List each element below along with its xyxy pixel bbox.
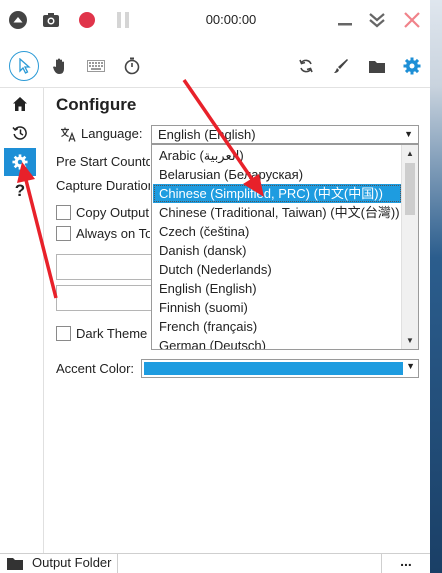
output-folder-path[interactable]	[120, 554, 382, 573]
browse-button[interactable]: ...	[382, 554, 430, 573]
sidebar: ?	[0, 88, 44, 553]
setting-field-2[interactable]	[56, 285, 156, 311]
accent-color-swatch	[144, 362, 403, 375]
language-option[interactable]: English (English)	[153, 279, 402, 298]
folder-icon[interactable]	[363, 52, 391, 80]
language-option[interactable]: Chinese (Traditional, Taiwan) (中文(台灣))	[153, 203, 402, 222]
minimize-icon[interactable]	[333, 8, 357, 32]
language-combobox[interactable]: English (English) ▼	[151, 125, 419, 144]
language-option[interactable]: Finnish (suomi)	[153, 298, 402, 317]
output-folder-button[interactable]: Output Folder	[0, 554, 118, 573]
home-icon[interactable]	[4, 90, 36, 118]
settings-icon[interactable]	[398, 52, 426, 80]
page-title: Configure	[56, 95, 137, 114]
translate-icon	[60, 127, 77, 145]
toolbar-divider	[0, 87, 430, 88]
language-option[interactable]: Arabic (العربية)	[153, 146, 402, 165]
help-icon[interactable]: ?	[4, 177, 36, 205]
camera-icon[interactable]	[39, 8, 63, 32]
copy-output-checkbox[interactable]	[56, 205, 71, 220]
scrollbar-thumb[interactable]	[405, 163, 415, 215]
language-option[interactable]: Dutch (Nederlands)	[153, 260, 402, 279]
settings-nav-item[interactable]	[4, 148, 36, 176]
pointer-icon[interactable]	[9, 51, 39, 81]
title-bar: 00:00:00	[0, 0, 430, 42]
app-window: 00:00:00 ? Configure Language: English (…	[0, 0, 430, 573]
language-label: Language:	[81, 126, 143, 141]
language-option[interactable]: Danish (dansk)	[153, 241, 402, 260]
desktop-background	[430, 0, 442, 573]
keyboard-icon[interactable]	[82, 52, 110, 80]
accent-color-label: Accent Color:	[56, 361, 135, 376]
pre-start-countdown-label: Pre Start Countdown	[56, 154, 150, 169]
timer-display: 00:00:00	[205, 12, 257, 27]
collapse-icon[interactable]	[365, 8, 389, 32]
timer-icon[interactable]	[118, 52, 146, 80]
settings-icon	[12, 154, 28, 170]
scroll-up-icon[interactable]: ▲	[402, 145, 418, 162]
language-option[interactable]: French (français)	[153, 317, 402, 336]
tool-bar	[0, 46, 430, 86]
scroll-down-icon[interactable]: ▼	[402, 332, 418, 349]
chevron-down-icon: ▼	[404, 129, 413, 139]
hand-icon[interactable]	[46, 52, 74, 80]
history-icon[interactable]	[4, 119, 36, 147]
dropdown-scrollbar[interactable]: ▲ ▼	[401, 145, 418, 349]
language-option[interactable]: Czech (čeština)	[153, 222, 402, 241]
output-folder-label: Output Folder	[32, 555, 112, 570]
record-icon[interactable]	[75, 8, 99, 32]
language-option[interactable]: Belarusian (Беларуская)	[153, 165, 402, 184]
close-icon[interactable]	[400, 8, 424, 32]
up-icon[interactable]	[6, 8, 30, 32]
copy-output-label: Copy Output	[76, 205, 149, 220]
dark-theme-label: Dark Theme	[76, 326, 148, 341]
language-dropdown-list[interactable]: Arabic (العربية) Belarusian (Беларуская)…	[151, 144, 419, 350]
language-selected-value: English (English)	[158, 127, 256, 142]
always-on-top-checkbox[interactable]	[56, 226, 71, 241]
capture-duration-label: Capture Duration	[56, 178, 150, 193]
accent-color-picker[interactable]: ▼	[141, 359, 419, 378]
folder-icon	[6, 557, 24, 573]
dark-theme-checkbox[interactable]	[56, 326, 71, 341]
brush-icon[interactable]	[327, 52, 355, 80]
always-on-top-label: Always on Top	[76, 226, 150, 241]
status-bar: Output Folder ...	[0, 553, 430, 573]
pause-icon[interactable]	[111, 8, 135, 32]
refresh-icon[interactable]	[292, 52, 320, 80]
language-option[interactable]: German (Deutsch)	[153, 336, 402, 349]
setting-field-1[interactable]	[56, 254, 156, 280]
chevron-down-icon: ▼	[406, 361, 415, 371]
language-option-highlighted[interactable]: Chinese (Simplified, PRC) (中文(中国))	[153, 184, 402, 203]
